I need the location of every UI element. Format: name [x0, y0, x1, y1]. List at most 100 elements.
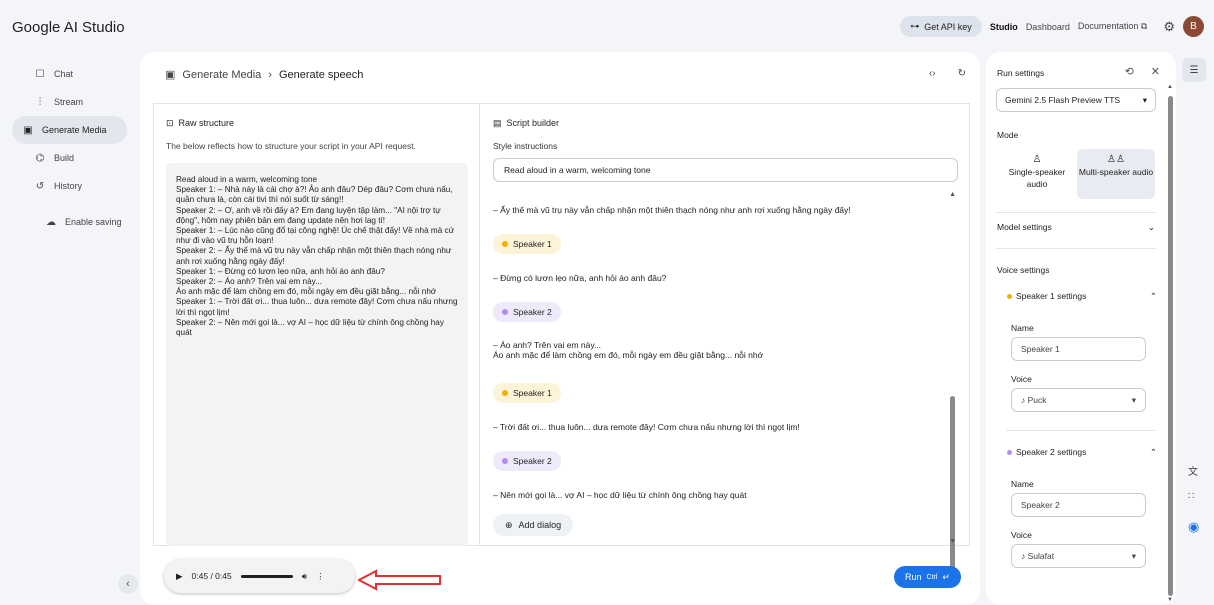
scrollbar-thumb[interactable]: [950, 396, 955, 586]
speaker-chip-label: Speaker 2: [513, 307, 552, 317]
sidebar-item-stream[interactable]: ⫶ Stream: [12, 88, 127, 116]
style-instructions-input[interactable]: Read aloud in a warm, welcoming tone: [493, 158, 958, 182]
nav-studio[interactable]: Studio: [990, 22, 1018, 32]
single-speaker-mode-button[interactable]: ♙ Single-speaker audio: [998, 149, 1076, 199]
dialog-list: – Ấy thế mà vũ trụ này vẫn chấp nhận một…: [493, 192, 953, 542]
speaker-2-voice-select[interactable]: ♪ Sulafat ▾: [1011, 544, 1146, 568]
code-icon[interactable]: ‹›: [929, 68, 936, 79]
chevron-left-icon: ‹: [126, 578, 130, 590]
speaker-2-voice-value: Sulafat: [1027, 551, 1055, 561]
sidebar-item-history[interactable]: ↺ History: [12, 172, 127, 200]
enable-saving-button[interactable]: ☁ Enable saving: [12, 208, 127, 236]
breadcrumb: ▣ Generate Media › Generate speech: [165, 68, 363, 82]
speaker-1-voice-label: Voice: [1011, 374, 1032, 384]
script-builder-label: Script builder: [506, 118, 560, 128]
voice-icon: ♪: [1021, 395, 1026, 405]
audio-progress-bar[interactable]: [240, 574, 293, 578]
divider: [996, 248, 1156, 249]
add-dialog-button[interactable]: ⊕ Add dialog: [493, 514, 574, 536]
media-icon: ▣: [165, 69, 176, 81]
speaker-dot: [502, 309, 508, 315]
speaker-chip-label: Speaker 1: [513, 388, 552, 398]
volume-icon[interactable]: 🔊︎: [302, 571, 307, 582]
nav-documentation[interactable]: Documentation ⧉: [1078, 21, 1148, 32]
get-api-key-button[interactable]: ⊶ Get API key: [900, 16, 982, 37]
app-logo[interactable]: Google AI Studio: [12, 19, 125, 36]
translate-icon[interactable]: 文: [1188, 463, 1198, 478]
play-icon[interactable]: ▶: [176, 571, 183, 582]
history-icon: ↺: [35, 180, 45, 192]
script-builder-panel: ▤ Script builder Style instructions Read …: [479, 103, 970, 586]
refresh-icon[interactable]: ↻: [958, 68, 966, 79]
enter-icon: ↵: [942, 571, 950, 582]
gear-icon[interactable]: ⚙: [1163, 19, 1175, 35]
more-options-icon[interactable]: ⋮: [316, 571, 325, 582]
speaker-1-chip[interactable]: Speaker 1: [493, 234, 561, 254]
build-icon: ⌬: [35, 152, 45, 164]
model-settings-label: Model settings: [997, 222, 1052, 232]
speaker-2-name-label: Name: [1011, 479, 1034, 489]
scroll-up-icon[interactable]: ▲: [1167, 84, 1173, 90]
speaker-dot: [1007, 450, 1012, 455]
divider: [1006, 430, 1156, 431]
assistant-icon[interactable]: ◉: [1188, 519, 1199, 535]
mode-label: Mode: [997, 130, 1019, 140]
avatar[interactable]: B: [1183, 16, 1204, 37]
chevron-up-icon: ⌃: [1149, 447, 1157, 457]
media-icon: ▣: [23, 124, 33, 136]
tune-icon[interactable]: ☰: [1182, 58, 1206, 82]
collapse-sidebar-button[interactable]: ‹: [118, 574, 138, 594]
key-icon: ⊶: [910, 21, 920, 31]
speaker-1-name-label: Name: [1011, 323, 1034, 333]
main-panel: ▣ Generate Media › Generate speech ‹› ↻ …: [140, 52, 980, 605]
speaker-2-voice-label: Voice: [1011, 530, 1032, 540]
speaker-1-settings-label: Speaker 1 settings: [1016, 291, 1087, 301]
top-bar: Google AI Studio ⊶ Get API key Studio Da…: [0, 0, 1214, 52]
breadcrumb-parent[interactable]: Generate Media: [182, 69, 261, 81]
sidebar-item-chat[interactable]: ☐ Chat: [12, 60, 127, 88]
model-select[interactable]: Gemini 2.5 Flash Preview TTS ▾: [996, 88, 1156, 112]
annotation-arrow-icon: [358, 569, 441, 591]
speaker-2-chip[interactable]: Speaker 2: [493, 451, 561, 471]
grid-icon[interactable]: ∷: [1188, 491, 1194, 502]
speaker-2-name-input[interactable]: Speaker 2: [1011, 493, 1146, 517]
multi-speaker-mode-button[interactable]: ♙♙ Multi-speaker audio: [1077, 149, 1155, 199]
dialog-text[interactable]: – Đừng có lươn lẹo nữa, anh hỏi áo anh đ…: [493, 273, 666, 283]
add-dialog-label: Add dialog: [518, 520, 562, 530]
sidebar-item-generate-media[interactable]: ▣ Generate Media: [12, 116, 127, 144]
scroll-up-icon[interactable]: ▲: [949, 191, 956, 198]
sidebar-item-label: Build: [54, 153, 75, 163]
speaker-2-settings-toggle[interactable]: Speaker 2 settings ⌃: [1007, 447, 1157, 458]
speaker-2-chip[interactable]: Speaker 2: [493, 302, 561, 322]
speaker-1-chip[interactable]: Speaker 1: [493, 383, 561, 403]
speaker-1-voice-select[interactable]: ♪ Puck ▾: [1011, 388, 1146, 412]
dialog-text[interactable]: – Nên mới gọi là... vợ AI – học dữ liệu …: [493, 490, 747, 500]
enable-saving-label: Enable saving: [65, 217, 122, 227]
scroll-down-icon[interactable]: ▼: [1167, 597, 1173, 603]
run-label: Run: [905, 572, 922, 582]
dialog-text[interactable]: – Áo anh? Trên vai em này... Áo anh mặc …: [493, 340, 763, 360]
scroll-down-icon[interactable]: ▼: [949, 538, 956, 545]
script-icon: ▤: [493, 118, 502, 128]
voice-icon: ♪: [1021, 551, 1026, 561]
run-button[interactable]: Run Ctrl ↵: [894, 566, 961, 588]
settings-scrollbar-thumb[interactable]: [1168, 96, 1173, 596]
nav-dashboard[interactable]: Dashboard: [1026, 22, 1070, 32]
speaker-1-name-input[interactable]: Speaker 1: [1011, 337, 1146, 361]
multi-speaker-label: Multi-speaker audio: [1078, 167, 1154, 177]
sidebar-item-label: History: [54, 181, 83, 191]
sidebar-item-build[interactable]: ⌬ Build: [12, 144, 127, 172]
divider: [996, 212, 1156, 213]
dialog-text[interactable]: – Ấy thế mà vũ trụ này vẫn chấp nhận một…: [493, 205, 851, 215]
script-builder-title: ▤ Script builder: [493, 118, 559, 129]
plus-circle-icon: ⊕: [505, 519, 513, 530]
chevron-down-icon: ⌄: [1147, 222, 1155, 232]
model-settings-toggle[interactable]: Model settings ⌄: [997, 222, 1155, 233]
far-right-toolbar: ☰: [1182, 58, 1208, 82]
dialog-text[interactable]: – Trời đất ơi... thua luôn... dưa remote…: [493, 422, 800, 432]
compare-icon[interactable]: ⟲: [1125, 65, 1134, 78]
close-icon[interactable]: ✕: [1151, 65, 1160, 78]
speaker-2-settings-label: Speaker 2 settings: [1016, 447, 1087, 457]
raw-structure-title: ⊡ Raw structure: [166, 118, 234, 129]
speaker-1-settings-toggle[interactable]: Speaker 1 settings ⌃: [1007, 291, 1157, 302]
